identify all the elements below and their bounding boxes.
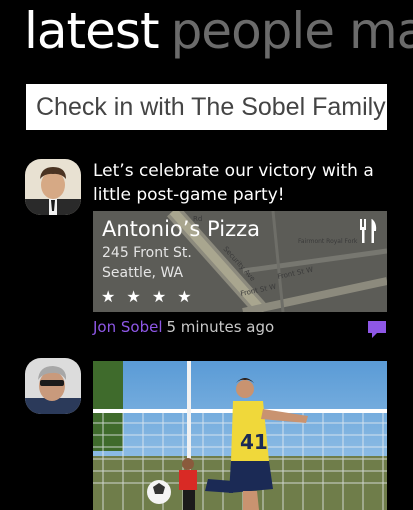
- comment-icon[interactable]: [368, 321, 386, 339]
- place-card[interactable]: Rd Security Ave Fairmont Royal Fork Fron…: [93, 211, 387, 312]
- post-photo[interactable]: 41: [93, 361, 387, 510]
- fork-knife-icon: [360, 219, 377, 243]
- avatar[interactable]: [25, 358, 81, 414]
- post-meta: Jon Sobel 5 minutes ago: [93, 318, 274, 336]
- place-address-line1: 245 Front St.: [102, 245, 192, 261]
- author-link[interactable]: Jon Sobel: [93, 318, 163, 336]
- place-name: Antonio’s Pizza: [102, 217, 260, 241]
- soccer-photo: 41: [93, 361, 387, 510]
- checkin-input[interactable]: Check in with The Sobel Family: [26, 84, 387, 130]
- pivot-item-people[interactable]: people ma: [171, 2, 413, 60]
- rating-stars: ★ ★ ★ ★: [101, 287, 195, 306]
- post-time: 5 minutes ago: [166, 318, 275, 336]
- avatar-photo: [25, 159, 81, 215]
- post-text: Let’s celebrate our victory with a littl…: [93, 161, 374, 205]
- pivot-header: latest people ma: [24, 2, 413, 60]
- checkin-placeholder: Check in with The Sobel Family: [36, 93, 386, 121]
- map-label: Fairmont Royal Fork: [298, 238, 358, 245]
- avatar-photo: [25, 358, 81, 414]
- pivot-item-latest[interactable]: latest: [24, 2, 160, 60]
- avatar[interactable]: [25, 159, 81, 215]
- jersey-number: 41: [240, 430, 268, 454]
- place-address-line2: Seattle, WA: [102, 265, 184, 281]
